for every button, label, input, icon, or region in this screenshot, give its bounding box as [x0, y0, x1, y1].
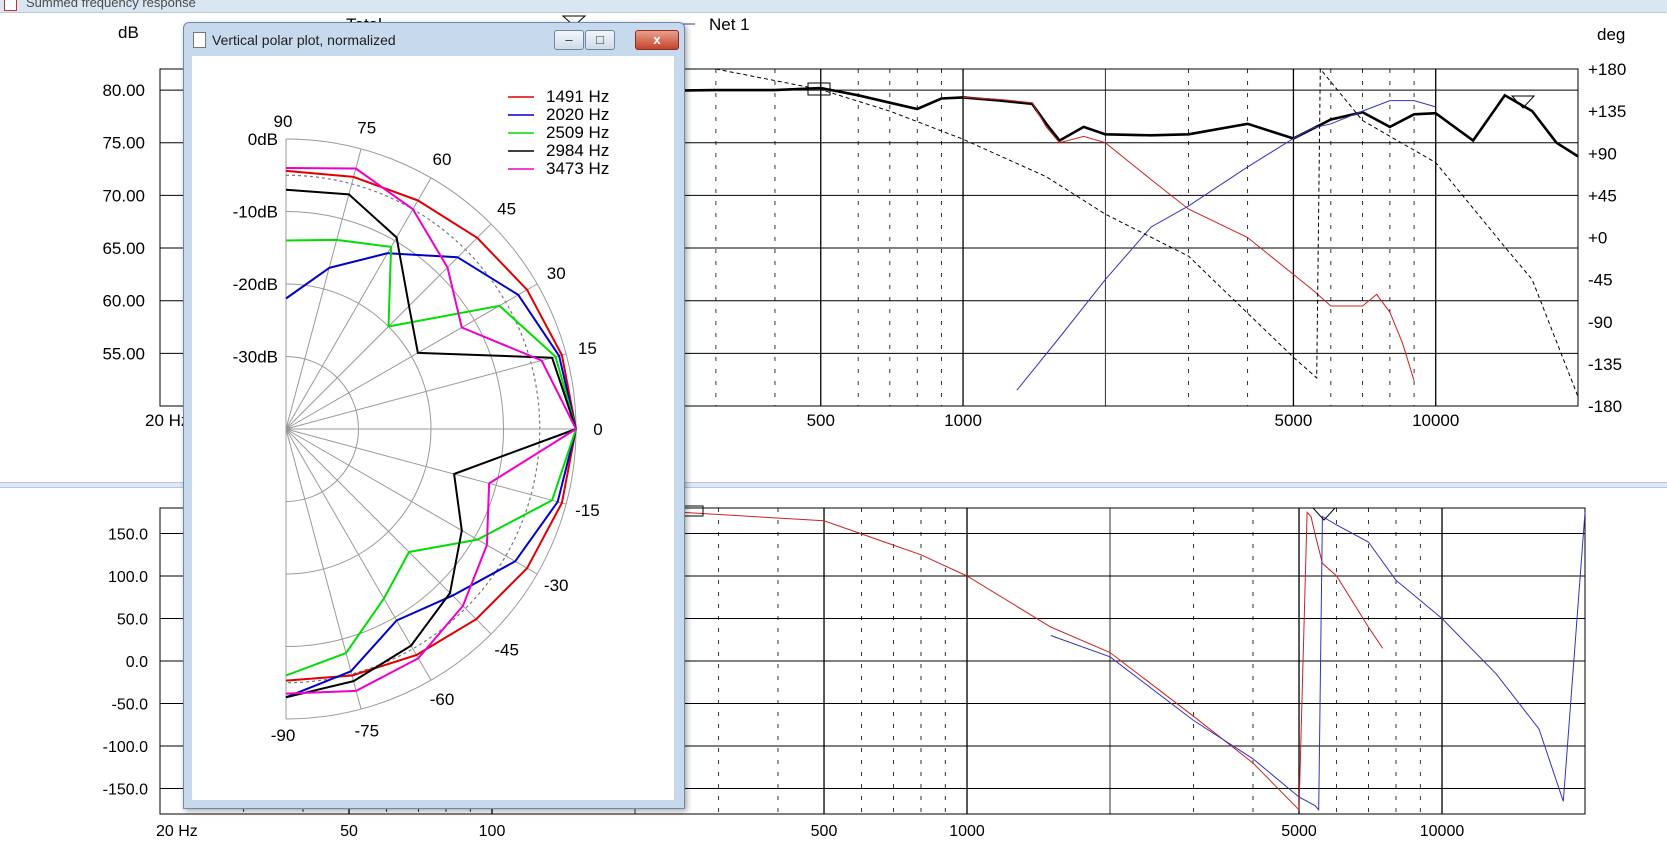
angle-label: 45: [497, 199, 516, 218]
y-tick-label: 100.0: [108, 569, 148, 586]
x-tick-label: 20 Hz: [156, 823, 198, 840]
angle-label: 15: [578, 339, 597, 358]
y-tick-label: 50.0: [117, 612, 148, 629]
polar-plot-window[interactable]: Vertical polar plot, normalized – □ x 90…: [183, 22, 685, 809]
y-tick-label: 55.00: [102, 344, 145, 363]
maximize-icon: □: [596, 32, 604, 47]
close-button[interactable]: x: [635, 30, 679, 50]
y-tick-label: 80.00: [102, 81, 145, 100]
legend-label: 2984 Hz: [546, 141, 609, 160]
x-tick-label: 5000: [1281, 823, 1317, 840]
x-tick-label: 10000: [1420, 823, 1465, 840]
phase-tick-label: +45: [1588, 186, 1617, 205]
close-icon: x: [653, 32, 661, 47]
polar-spoke: [285, 428, 492, 635]
phase-tick-label: -180: [1588, 397, 1622, 416]
phase-tick-label: +180: [1588, 60, 1626, 79]
angle-label: 90: [274, 112, 293, 131]
y-tick-label: -50.0: [112, 697, 149, 714]
db-ring-label: -10dB: [233, 203, 278, 222]
y-tick-label: 70.00: [102, 186, 145, 205]
db-ring-label: 0dB: [248, 130, 278, 149]
document-icon: [193, 32, 206, 48]
polar-window-title: Vertical polar plot, normalized: [212, 32, 396, 48]
polar-chart: 90 75 60 45 30 15 0 -15 -30 -45 -60 -75 -90 0dB -10dB -…: [233, 87, 610, 745]
minimize-button[interactable]: –: [554, 30, 584, 50]
left-unit-label: dB: [118, 23, 139, 42]
phase-tick-label: -90: [1588, 313, 1613, 332]
angle-label: 75: [357, 119, 376, 138]
x-tick-label: 500: [811, 823, 838, 840]
legend-label: 2509 Hz: [546, 123, 609, 142]
maximize-button[interactable]: □: [585, 30, 615, 50]
marker-triangle-bottom: [1311, 507, 1337, 521]
x-tick-label: 10000: [1412, 411, 1459, 430]
y-tick-label: -100.0: [103, 739, 148, 756]
angle-label: -90: [271, 726, 296, 745]
angle-label: -15: [575, 501, 600, 520]
polar-series-2: [285, 238, 577, 677]
phase-tick-label: +0: [1588, 229, 1607, 248]
app-icon: [4, 0, 17, 11]
top-series-2: [1016, 100, 1436, 391]
y-tick-label: 60.00: [102, 292, 145, 311]
phase-tick-label: -45: [1588, 271, 1613, 290]
polar-spoke: [285, 428, 362, 710]
polar-series-1: [285, 252, 577, 699]
x-tick-label: 5000: [1275, 411, 1313, 430]
phase-tick-label: +135: [1588, 102, 1626, 121]
polar-spoke: [285, 353, 567, 430]
polar-plot-area: 90 75 60 45 30 15 0 -15 -30 -45 -60 -75 -90 0dB -10dB -…: [192, 56, 674, 800]
y-tick-label: 65.00: [102, 239, 145, 258]
x-tick-label: 1000: [944, 411, 982, 430]
phase-tick-label: +90: [1588, 144, 1617, 163]
angle-label: -60: [430, 690, 455, 709]
minimize-icon: –: [565, 32, 573, 47]
x-tick-label: 50: [340, 823, 358, 840]
angle-label: -30: [544, 576, 569, 595]
legend-label: 3473 Hz: [546, 159, 609, 178]
angle-label: -45: [494, 641, 519, 660]
x-tick-label: 100: [479, 823, 506, 840]
polar-spoke: [285, 428, 567, 505]
y-tick-label: 0.0: [126, 654, 148, 671]
angle-label: 30: [547, 264, 566, 283]
legend-net1: Net 1: [709, 15, 750, 34]
main-window-title: Summed frequency response: [26, 0, 196, 10]
y-tick-label: -150.0: [103, 782, 148, 799]
phase-tick-label: -135: [1588, 355, 1622, 374]
angle-label: -75: [354, 721, 379, 740]
db-ring-label: -30dB: [233, 348, 278, 367]
legend-label: 1491 Hz: [546, 87, 609, 106]
right-unit-label: deg: [1597, 25, 1625, 44]
angle-label: 60: [433, 150, 452, 169]
top-series-3: [715, 67, 1579, 397]
x-tick-label: 1000: [949, 823, 985, 840]
polar-spoke: [285, 428, 432, 681]
db-ring-label: -20dB: [233, 275, 278, 294]
legend-label: 2020 Hz: [546, 105, 609, 124]
y-tick-label: 150.0: [108, 527, 148, 544]
y-tick-label: 75.00: [102, 134, 145, 153]
angle-label: 0: [593, 420, 602, 439]
x-tick-label: 500: [807, 411, 835, 430]
